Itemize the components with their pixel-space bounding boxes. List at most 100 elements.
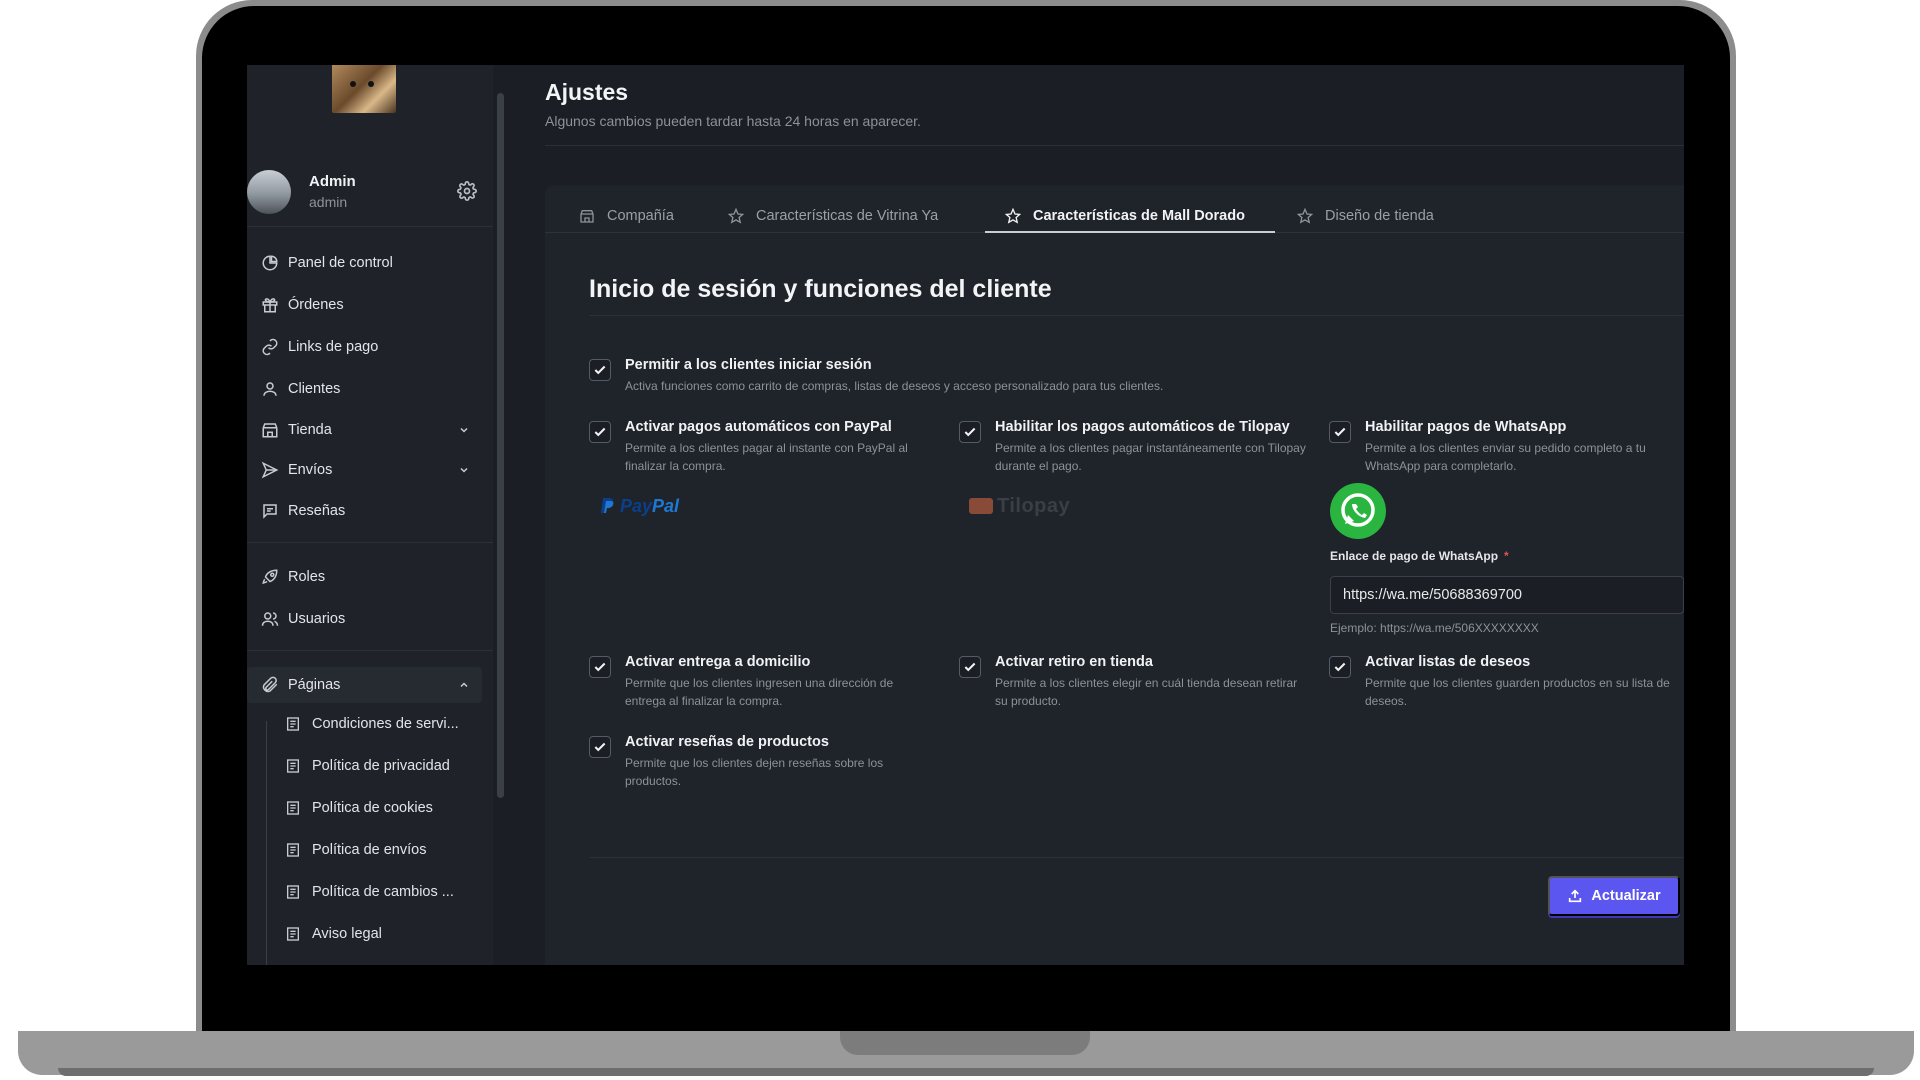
option-description: Permite que los clientes guarden product… [1365,676,1670,708]
footer-divider [589,857,1684,858]
sidebar-item-orders[interactable]: Órdenes [247,287,482,323]
laptop-base-shadow [58,1068,1874,1076]
sidebar-item-shipping[interactable]: Envíos [247,452,482,488]
paypal-logo: PayPal [600,496,679,517]
paypal-wordmark-a: Pay [620,496,653,516]
check-icon [594,662,606,672]
user-name: Admin [309,173,356,190]
user-card: Admin admin [247,167,493,227]
scrollbar-thumb[interactable] [497,93,504,798]
sidebar-scrollbar[interactable] [493,65,507,965]
checkbox-home-delivery[interactable] [589,656,611,678]
store-logo[interactable] [332,65,396,113]
sidebar-item-label: Roles [288,569,326,585]
sidebar: Admin admin Panel de control Órdenes Lin… [247,65,493,965]
star-icon [728,208,744,224]
sidebar-subitem-privacy[interactable]: Política de privacidad [271,749,491,783]
option-title: Habilitar los pagos automáticos de Tilop… [995,419,1290,435]
checkbox-product-reviews[interactable] [589,736,611,758]
star-icon [1005,208,1021,224]
checkbox-customer-login[interactable] [589,359,611,381]
star-icon [1297,208,1313,224]
gift-icon [262,298,278,313]
sidebar-item-reviews[interactable]: Reseñas [247,493,482,529]
paypal-mark-icon [601,498,614,513]
sidebar-item-roles[interactable]: Roles [247,559,482,595]
sidebar-item-users[interactable]: Usuarios [247,601,482,637]
option-title: Activar entrega a domicilio [625,654,811,670]
sidebar-subitem-returns-policy[interactable]: Política de cambios ... [271,875,491,909]
tab-label: Características de Mall Dorado [1033,208,1245,224]
upload-icon [1569,889,1582,903]
dashboard-icon [262,255,278,271]
whatsapp-link-label: Enlace de pago de WhatsApp * [1330,549,1509,563]
checkbox-paypal[interactable] [589,421,611,443]
sidebar-subitem-cookies[interactable]: Política de cookies [271,791,491,825]
settings-tabs: Compañía Características de Vitrina Ya C… [545,199,1684,233]
app-screen: Admin admin Panel de control Órdenes Lin… [247,65,1684,965]
tab-label: Características de Vitrina Ya [756,208,939,224]
tab-label: Compañía [607,208,674,224]
sidebar-item-label: Clientes [288,381,341,397]
required-marker: * [1504,549,1509,563]
whatsapp-link-helper: Ejemplo: https://wa.me/506XXXXXXXX [1330,621,1539,635]
sidebar-item-dashboard[interactable]: Panel de control [247,245,482,281]
option-description: Permite a los clientes pagar instantánea… [995,441,1306,473]
paperclip-icon [262,676,278,693]
document-icon [287,759,299,773]
whatsapp-glyph-icon [1341,493,1375,527]
sidebar-item-label: Reseñas [288,503,346,519]
avatar[interactable] [247,170,291,214]
whatsapp-icon [1330,483,1386,539]
tab-mall-dorado[interactable]: Características de Mall Dorado [1005,199,1245,233]
sidebar-item-label: Tienda [288,422,332,438]
tab-store-design[interactable]: Diseño de tienda [1297,199,1434,233]
header-divider [545,145,1684,146]
option-description: Permite a los clientes enviar su pedido … [1365,441,1646,473]
checkbox-whatsapp[interactable] [1329,421,1351,443]
paypal-wordmark-b: Pal [652,496,680,516]
tab-company[interactable]: Compañía [579,199,674,233]
option-description: Permite que los clientes dejen reseñas s… [625,756,884,788]
whatsapp-link-input[interactable]: https://wa.me/50688369700 [1330,576,1684,614]
document-icon [287,843,299,857]
sidebar-item-payment-links[interactable]: Links de pago [247,329,482,365]
option-title: Activar pagos automáticos con PayPal [625,419,892,435]
sidebar-subitem-label: Condiciones de servi... [312,716,459,732]
tilopay-mark-icon [969,498,993,514]
option-description: Activa funciones como carrito de compras… [625,379,1164,393]
active-tab-indicator [985,231,1275,233]
checkbox-wishlists[interactable] [1329,656,1351,678]
chevron-down-icon [460,427,468,433]
send-icon [261,461,279,479]
rocket-icon [262,569,278,585]
check-icon [594,365,606,375]
sidebar-subitem-legal-notice[interactable]: Aviso legal [271,917,491,951]
sidebar-item-store[interactable]: Tienda [247,412,482,448]
option-title: Habilitar pagos de WhatsApp [1365,419,1567,435]
sidebar-item-label: Panel de control [288,255,393,271]
checkbox-store-pickup[interactable] [959,656,981,678]
device-mockup: Admin admin Panel de control Órdenes Lin… [0,0,1920,1080]
checkbox-tilopay[interactable] [959,421,981,443]
sidebar-item-pages[interactable]: Páginas [247,667,482,703]
chevron-up-icon [460,682,468,688]
sidebar-subitem-terms[interactable]: Condiciones de servi... [271,707,491,741]
update-button[interactable]: Actualizar [1548,876,1680,916]
user-icon [263,382,277,396]
sidebar-item-label: Páginas [288,677,341,693]
settings-card: Compañía Características de Vitrina Ya C… [545,185,1684,965]
page-title: Ajustes [545,79,629,105]
section-divider [589,315,1684,316]
page-subtitle: Algunos cambios pueden tardar hasta 24 h… [545,113,921,129]
gear-icon[interactable] [457,181,477,201]
sidebar-subitem-shipping-policy[interactable]: Política de envíos [271,833,491,867]
check-icon [964,662,976,672]
sidebar-subitem-label: Política de envíos [312,842,427,858]
tab-vitrina-ya[interactable]: Características de Vitrina Ya [728,199,938,233]
check-icon [594,742,606,752]
store-icon [262,423,278,438]
sidebar-item-customers[interactable]: Clientes [247,371,482,407]
tab-label: Diseño de tienda [1325,208,1434,224]
sidebar-subitem-label: Política de privacidad [312,758,450,774]
